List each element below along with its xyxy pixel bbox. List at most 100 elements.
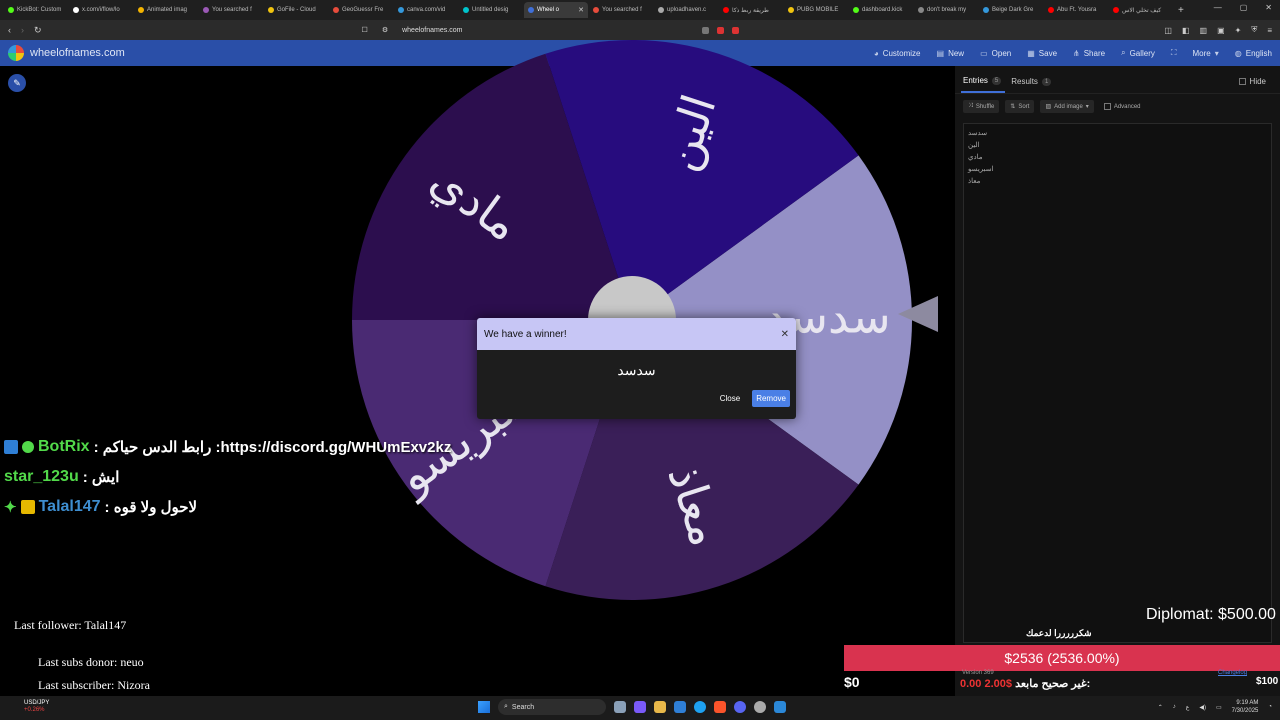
chevron-up-icon[interactable]: ⌃ [1158,704,1163,711]
minimize-icon[interactable]: — [1214,3,1222,12]
browser-tab[interactable]: canva.com/vid [394,2,458,18]
advanced-toggle[interactable]: Advanced [1103,103,1141,110]
language-button[interactable]: ◍ English [1235,49,1272,58]
clock[interactable]: 9:19 AM 7/30/2025 [1232,699,1259,715]
volume-icon[interactable]: ◀) [1199,704,1206,711]
browser-tab[interactable]: Untitled desig [459,2,523,18]
input-language[interactable]: ع [1186,704,1190,711]
brave-rewards-icon[interactable] [732,26,740,34]
back-icon[interactable]: ‹ [8,25,11,35]
hide-checkbox[interactable] [1238,78,1246,85]
browser-tab[interactable]: طريقة ربط ذكا [719,2,783,18]
tab-entries[interactable]: Entries 5 [961,76,1006,93]
changelog-link[interactable]: Changelog [1218,670,1247,676]
tab-favicon-icon [1048,7,1054,13]
site-logo-icon[interactable] [8,45,24,61]
add-image-button[interactable]: ▨ Add image ▾ [1040,100,1094,113]
close-window-icon[interactable]: ✕ [1265,3,1272,12]
hide-toggle[interactable]: Hide [1238,77,1266,92]
close-button[interactable]: Close [716,391,744,406]
new-button[interactable]: ▤ New [937,49,965,58]
copilot-icon[interactable] [634,701,646,713]
browser-tab[interactable]: KickBot: Custom [4,2,68,18]
forward-icon[interactable]: › [21,25,24,35]
extension-icon[interactable]: ◫ [1164,26,1172,35]
new-tab-button[interactable]: + [1178,5,1184,16]
network-icon[interactable]: ▭ [1216,704,1222,711]
site-name[interactable]: wheelofnames.com [30,47,125,59]
vpn-icon[interactable]: ⛨ [1251,25,1257,35]
goal-text: $2536 (2536.00%) [1004,650,1120,666]
browser-tab[interactable]: dashboard.kick [849,2,913,18]
fullscreen-icon: ⛶ [1170,48,1177,57]
browser-tab[interactable]: PUBG MOBILE [784,2,848,18]
brave-icon[interactable] [714,701,726,713]
tab-close-icon[interactable]: ✕ [578,6,584,14]
taskbar-search[interactable]: ⌕ Search [498,699,606,715]
notification-icon[interactable]: ◔ [1268,704,1272,710]
discord-icon[interactable] [734,701,746,713]
browser-tab[interactable]: x.com/i/flow/lo [69,2,133,18]
tab-results[interactable]: Results 1 [1009,77,1055,92]
fullscreen-button[interactable]: ⛶ [1171,48,1177,58]
browser-tab[interactable]: Animated imag [134,2,198,18]
wallet-icon[interactable]: ▣ [1217,26,1225,35]
site-info-icon[interactable]: ⚙ [382,26,388,34]
browser-tab[interactable]: GeoGuessr Fre [329,2,393,18]
browser-tab[interactable]: uploadhaven.c [654,2,718,18]
remove-button[interactable]: Remove [752,390,790,407]
browser-tab[interactable]: Wheel o ✕ [524,2,588,18]
share-page-icon[interactable] [702,26,710,34]
open-button[interactable]: ▭ Open [980,49,1011,58]
bookmark-icon[interactable]: ☐ [362,26,368,34]
add-image-label: Add image [1054,103,1083,110]
browser-tab[interactable]: Beige Dark Gre [979,2,1043,18]
task-view-icon[interactable] [614,701,626,713]
windows-start-icon[interactable] [478,701,490,713]
notes-icon[interactable] [774,701,786,713]
entries-textarea[interactable]: سدسد الين مادي اسبريسو معاذ [963,123,1272,643]
sort-button[interactable]: ⇅ Sort [1005,100,1035,113]
url-text: wheelofnames.com [402,26,463,34]
file-explorer-icon[interactable] [654,701,666,713]
browser-tab[interactable]: Abu Ft. Yousra [1044,2,1108,18]
save-label: Save [1038,48,1058,58]
browser-tab[interactable]: كيف تخلي الاس [1109,2,1173,18]
mic-icon[interactable]: ♪ [1173,704,1176,710]
close-icon[interactable]: ✕ [781,329,789,340]
edge-icon[interactable] [694,701,706,713]
bot-badge-icon [4,440,18,454]
chat-line: star_123u : ايش [4,462,451,492]
chat-username: star_123u [4,468,79,485]
ticker-widget[interactable]: USD/JPY +0.26% [24,700,49,714]
currency-pair: USD/JPY [24,700,50,706]
extension-icon[interactable]: ◧ [1182,26,1190,35]
menu-icon[interactable]: ≡ [1267,26,1272,35]
browser-tab[interactable]: You searched f [589,2,653,18]
brave-shield-icon[interactable] [717,26,725,34]
sidebar-icon[interactable]: ▥ [1200,26,1208,35]
edit-pencil-icon[interactable]: ✎ [8,74,26,92]
more-button[interactable]: More ▾ [1193,49,1219,58]
browser-tab[interactable]: don't break my [914,2,978,18]
obs-icon[interactable] [754,701,766,713]
top-donor: Diplomat: $500.00 [1146,606,1276,623]
advanced-checkbox[interactable] [1103,103,1111,110]
tab-label: GoFile - Cloud [277,7,316,13]
chat-overlay: BotRix : رابط الدس حياكم :https://discor… [4,432,451,522]
reload-icon[interactable]: ↻ [34,25,42,36]
leo-icon[interactable]: ✦ [1235,26,1242,35]
shuffle-icon: ⤨ [968,103,973,109]
gallery-button[interactable]: ⌕ Gallery [1121,48,1155,58]
browser-tab[interactable]: GoFile - Cloud [264,2,328,18]
shuffle-label: Shuffle [975,103,995,110]
browser-toolbar-right: ◫ ◧ ▥ ▣ ✦ ⛨ ≡ [1164,25,1272,35]
new-label: New [948,48,965,58]
ms-store-icon[interactable] [674,701,686,713]
shuffle-button[interactable]: ⤨ Shuffle [963,100,1000,113]
browser-tab[interactable]: You searched f [199,2,263,18]
share-button[interactable]: ⋔ Share [1073,49,1105,58]
save-button[interactable]: ▦ Save [1027,49,1057,58]
maximize-icon[interactable]: ▢ [1240,3,1248,12]
url-field[interactable]: ☐ ⚙ wheelofnames.com [362,26,463,35]
